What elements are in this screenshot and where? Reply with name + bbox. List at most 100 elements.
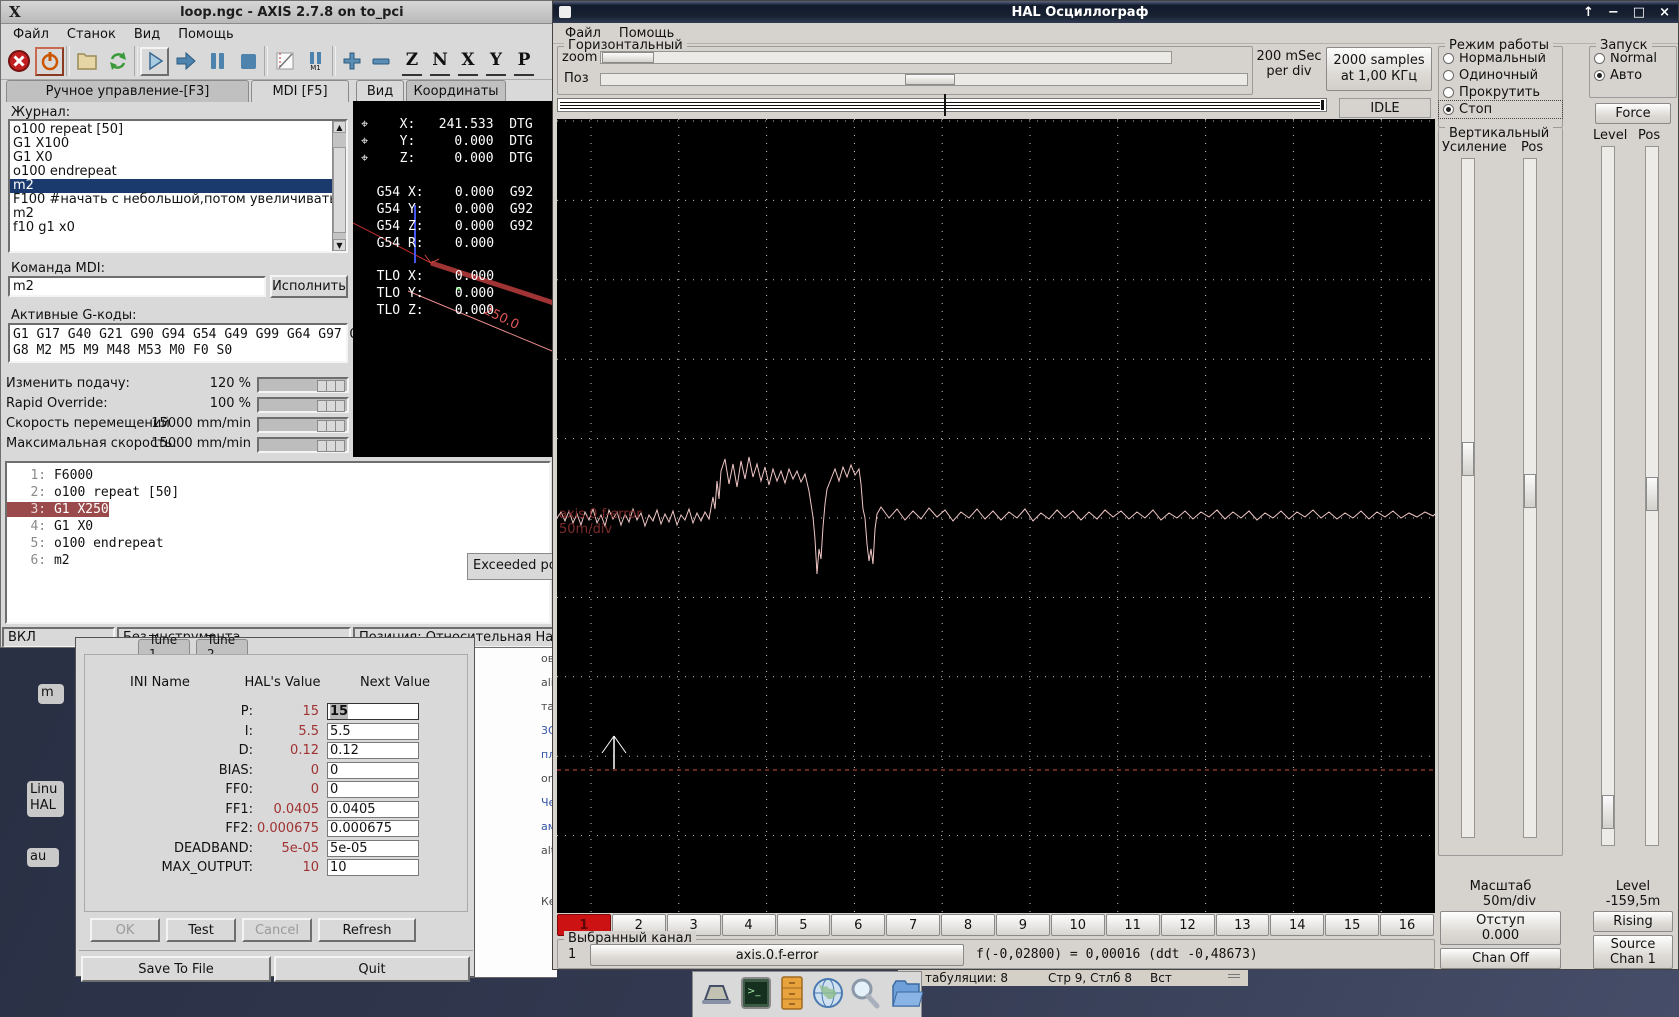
channel-button-11[interactable]: 11 [1106,914,1160,936]
vpos-slider-thumb[interactable] [1524,474,1536,508]
program-line[interactable]: 1: F6000 [7,467,549,484]
gain-slider-thumb[interactable] [1462,442,1474,476]
optional-stop-icon[interactable]: M1 [301,47,330,76]
override-slider-thumb[interactable] [317,380,345,392]
menu-item[interactable]: Станок [59,25,124,44]
channel-button-10[interactable]: 10 [1051,914,1105,936]
view-axis-z-icon[interactable]: Z [402,46,422,76]
zoom-in-icon[interactable] [338,47,365,76]
view-axis-y-icon[interactable]: Y [486,46,506,76]
scrollbar-down-arrow[interactable]: ▼ [333,239,346,251]
stop-icon[interactable] [233,47,262,76]
estop-icon[interactable] [4,47,33,76]
record-position-marker[interactable] [944,94,946,116]
journal-row[interactable]: F100 #начать с небольшой,потом увеличива… [10,193,332,207]
channel-button-12[interactable]: 12 [1161,914,1215,936]
view-axis-x-icon[interactable]: X [458,46,478,76]
journal-row[interactable]: G1 X100 [10,137,332,151]
override-slider-thumb[interactable] [317,420,345,432]
zoom-out-icon[interactable] [367,47,394,76]
pid-next-value-input[interactable]: 15 [327,703,419,720]
journal-row[interactable]: o100 repeat [50] [10,123,332,137]
channel-button-4[interactable]: 4 [722,914,776,936]
pause-icon[interactable] [202,47,231,76]
pid-next-value-input[interactable]: 5e-05 [327,840,419,857]
pid-next-value-input[interactable]: 0.000675 [327,820,419,837]
tab-tune2[interactable]: Tune 2 [196,639,248,654]
trigger-source-button[interactable]: SourceChan 1 [1593,935,1673,969]
axis-titlebar[interactable]: X loop.ngc - AXIS 2.7.8 on to_pci [1,1,555,24]
quit-button[interactable]: Quit [274,956,470,982]
reload-icon[interactable] [103,47,132,76]
file-cabinet-icon[interactable] [775,974,809,1016]
channel-button-16[interactable]: 16 [1380,914,1434,936]
program-listing[interactable]: 1: F6000 2: o100 repeat [50] 3: G1 X250 … [5,461,551,624]
tab-mdi[interactable]: MDI [F5] [251,80,349,102]
program-line[interactable]: 3: G1 X250 [7,501,549,518]
channel-button-9[interactable]: 9 [996,914,1050,936]
journal-listbox[interactable]: o100 repeat [50]G1 X100G1 X0o100 endrepe… [8,119,348,253]
offset-button[interactable]: Отступ0.000 [1440,911,1561,945]
view-axis-n-icon[interactable]: N [430,46,450,76]
tab-preview[interactable]: Вид [356,80,404,102]
channel-source-button[interactable]: axis.0.f-error [590,944,964,966]
desktop-icon[interactable] [697,974,731,1016]
refresh-button[interactable]: Refresh [318,918,416,942]
tab-dro[interactable]: Координаты [406,80,506,102]
pos-slider-thumb[interactable] [905,74,955,85]
journal-scrollbar[interactable]: ▲ ▼ [332,121,346,251]
terminal-icon[interactable]: >_ [739,974,773,1016]
pos-slider[interactable] [600,73,1248,86]
pid-next-value-input[interactable]: 0 [327,781,419,798]
pid-next-value-input[interactable]: 10 [327,859,419,876]
channel-button-14[interactable]: 14 [1270,914,1324,936]
trigger-pos-thumb[interactable] [1646,477,1658,511]
chan-off-button[interactable]: Chan Off [1440,948,1561,969]
journal-row[interactable]: f10 g1 x0 [10,221,332,235]
open-file-icon[interactable] [72,47,101,76]
override-slider[interactable] [257,377,349,393]
override-slider-thumb[interactable] [317,440,345,452]
desktop-icon-label[interactable]: m [38,684,64,704]
pid-next-value-input[interactable]: 0.0405 [327,801,419,818]
save-to-file-button[interactable]: Save To File [81,956,271,982]
zoom-slider[interactable] [600,51,1172,64]
view-axis-p-icon[interactable]: P [514,46,534,76]
journal-row[interactable]: o100 endrepeat [10,165,332,179]
pid-next-value-input[interactable]: 0 [327,762,419,779]
program-line[interactable]: 5: o100 endrepeat [7,535,549,552]
run-mode-option[interactable]: Одиночный [1439,67,1562,84]
override-slider[interactable] [257,417,349,433]
folder-icon[interactable] [889,974,923,1016]
journal-row[interactable]: G1 X0 [10,151,332,165]
zoom-slider-thumb[interactable] [602,52,654,63]
mdi-command-input[interactable]: m2 [8,276,266,297]
override-slider[interactable] [257,397,349,413]
close-icon[interactable]: × [1659,5,1670,20]
run-step-icon[interactable] [171,47,200,76]
rollup-icon[interactable]: ↑ [1583,5,1594,20]
channel-button-13[interactable]: 13 [1216,914,1270,936]
scope-screen[interactable]: axis.0.f-error 50m/div [557,119,1435,913]
trigger-level-thumb[interactable] [1602,795,1614,829]
gain-slider[interactable] [1461,158,1475,838]
channel-button-5[interactable]: 5 [777,914,831,936]
program-line[interactable]: 2: o100 repeat [50] [7,484,549,501]
channel-button-6[interactable]: 6 [831,914,885,936]
trigger-pos-slider[interactable] [1645,146,1659,846]
trigger-option[interactable]: Авто [1590,67,1676,84]
trigger-edge-button[interactable]: Rising [1593,911,1673,932]
mdi-execute-button[interactable]: Исполнить [270,275,348,298]
skip-lines-icon[interactable] [270,47,299,76]
tab-tune1[interactable]: Tune 1 [138,639,190,654]
channel-button-15[interactable]: 15 [1325,914,1379,936]
samples-button[interactable]: 2000 samplesat 1,00 КГц [1326,47,1432,91]
desktop-icon-label[interactable]: au [27,848,59,867]
ok-button[interactable]: OK [90,918,160,942]
browser-globe-icon[interactable] [811,974,845,1016]
scope-titlebar[interactable]: HAL Осциллограф ↑ − □ × [553,1,1678,23]
preview-area[interactable]: 250.0 ⌖ X: 241.533 DTG⌖ Y: 0.000 DTG⌖ Z:… [353,101,556,457]
scrollbar-thumb[interactable] [333,147,346,233]
trigger-level-slider[interactable] [1601,146,1615,846]
search-magnifier-icon[interactable] [847,974,881,1016]
